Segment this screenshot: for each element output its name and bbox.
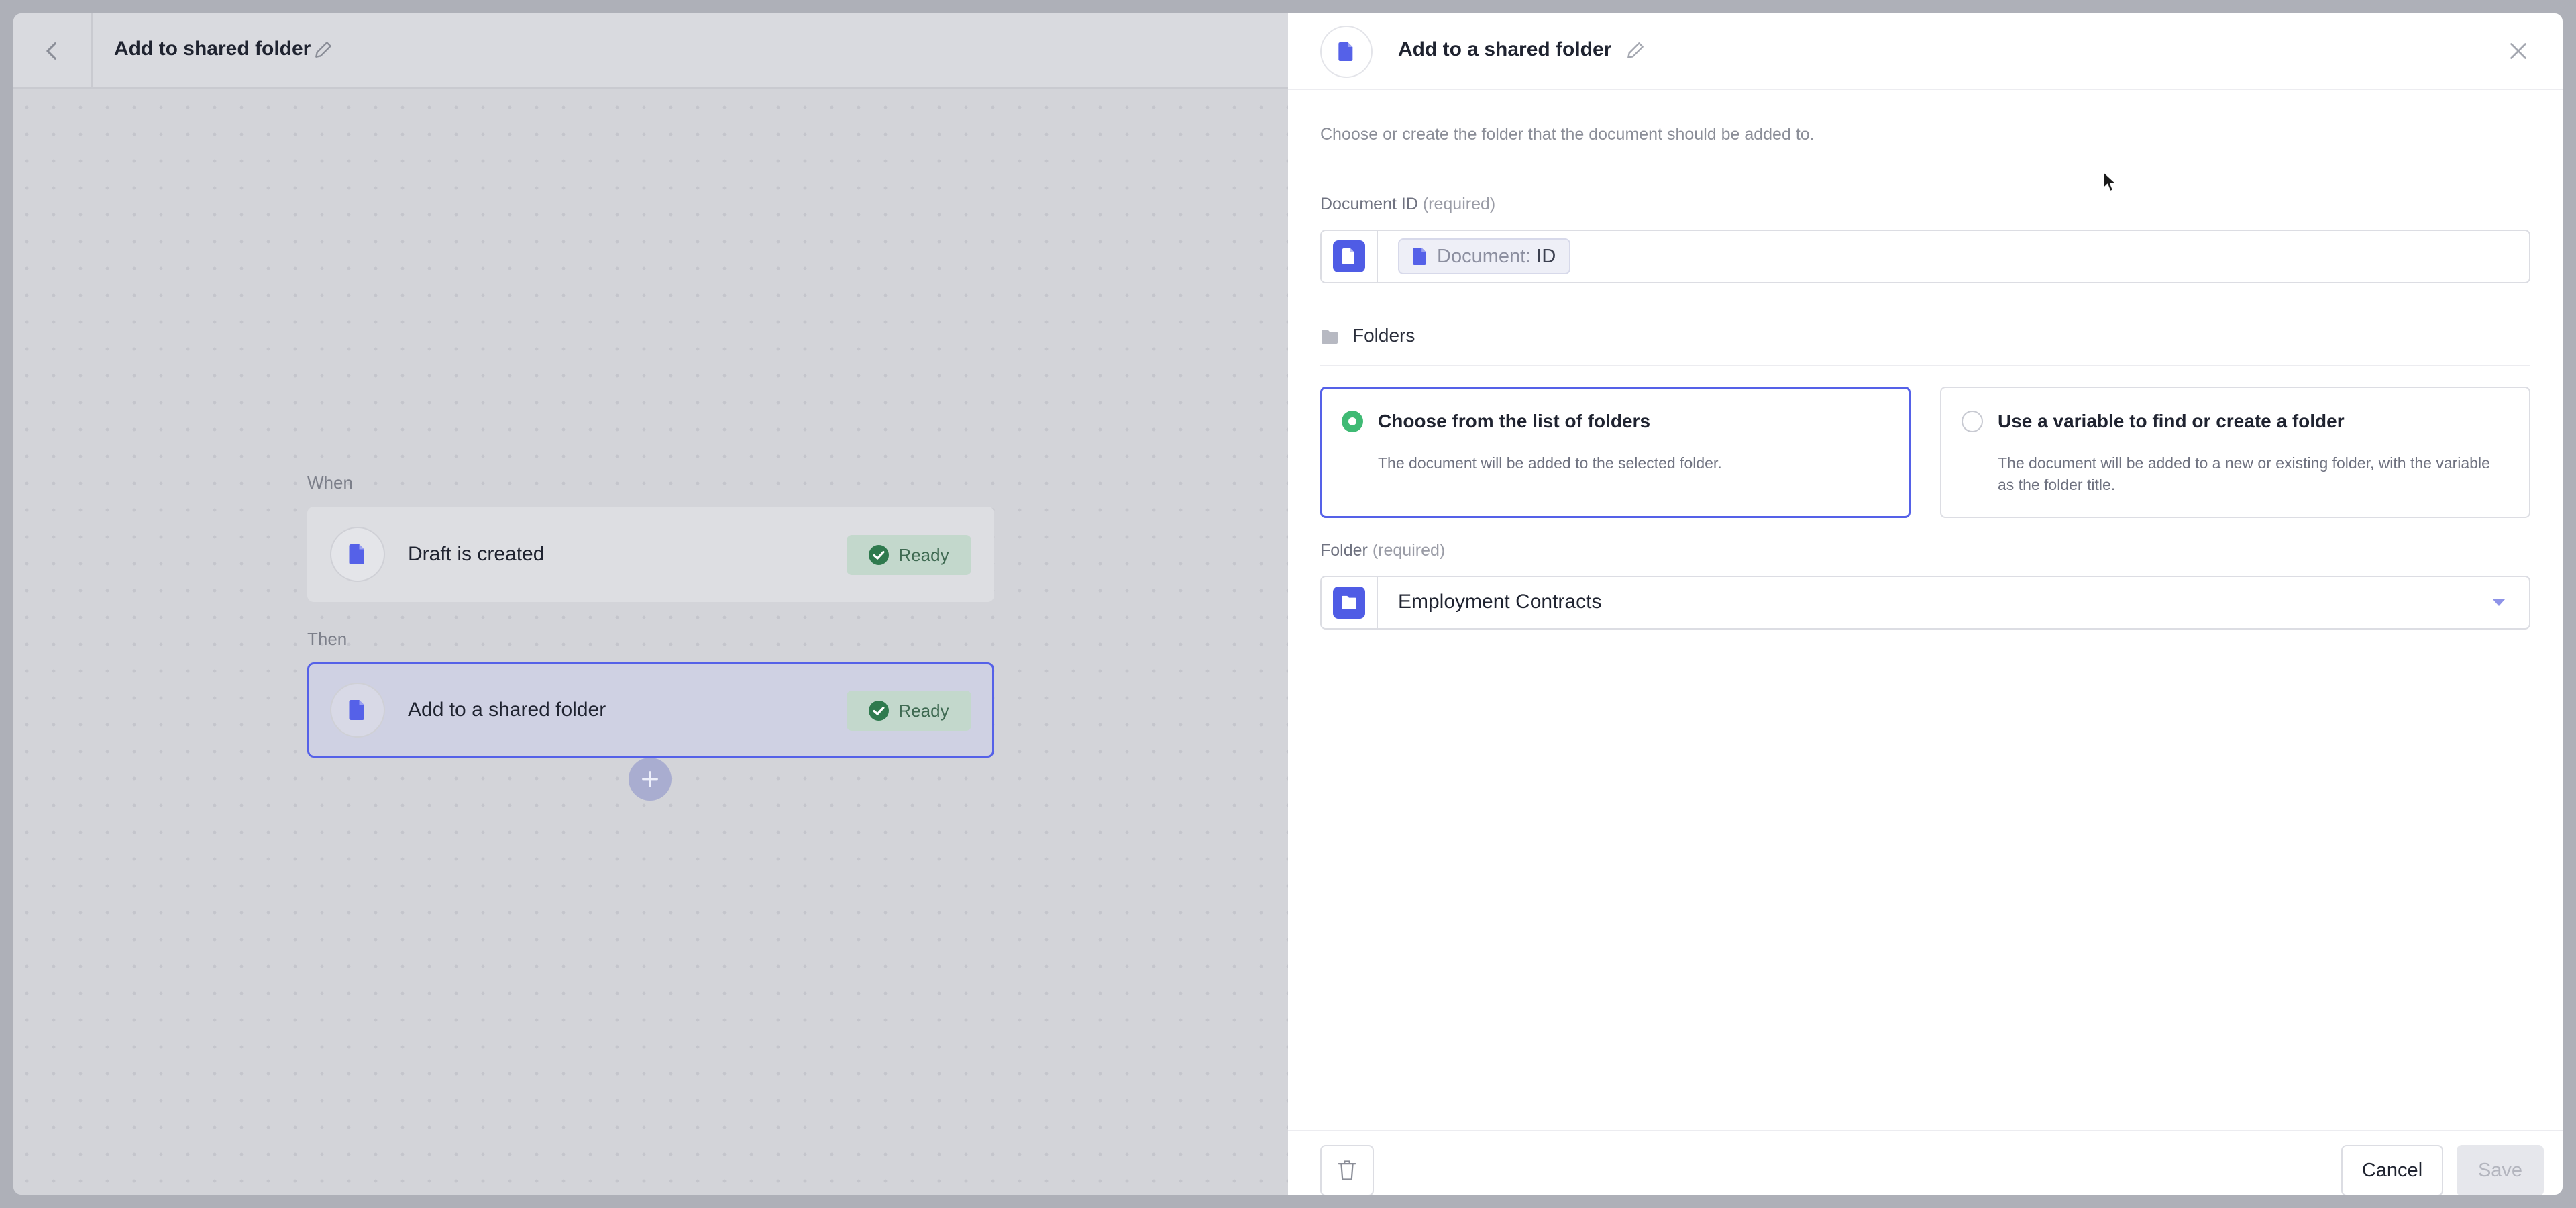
cancel-button[interactable]: Cancel [2341,1145,2443,1195]
input-prefix [1322,577,1378,628]
document-id-input[interactable]: Document: ID [1320,230,2530,283]
folder-icon [1322,330,1338,344]
save-button[interactable]: Save [2457,1145,2544,1195]
token-prefix: Document: [1437,246,1532,267]
pencil-icon[interactable] [1625,40,1646,61]
document-icon [1413,248,1426,265]
status-badge: Ready [847,691,971,731]
folder-label-text: Folder [1320,541,1368,560]
step-config-panel: Add to a shared folder Choose or create … [1288,13,2563,1195]
status-text: Ready [898,700,949,721]
step-icon-circle [330,683,385,738]
folders-heading-text: Folders [1352,325,1415,346]
app-window: Add to shared folder When Draft is creat… [13,13,2563,1195]
caret-down-icon[interactable] [2491,597,2506,608]
option-title: Choose from the list of folders [1378,411,1651,432]
input-prefix [1322,231,1378,282]
radio-selected[interactable] [1342,411,1363,432]
option-use-variable[interactable]: Use a variable to find or create a folde… [1940,387,2530,518]
trigger-step-label: Draft is created [408,543,545,565]
option-description: The document will be added to a new or e… [1998,454,2490,493]
panel-description: Choose or create the folder that the doc… [1320,125,1815,144]
trigger-step-card[interactable]: Draft is created Ready [307,507,994,602]
folder-icon [1342,595,1356,609]
then-label: Then [307,629,347,649]
document-id-label: Document ID (required) [1320,195,1495,214]
folders-section-heading: Folders [1320,323,2530,366]
panel-header-icon-circle [1320,26,1373,78]
document-id-label-text: Document ID [1320,195,1418,213]
panel-footer: Cancel Save [1288,1130,2563,1195]
mouse-cursor-icon [2102,171,2116,192]
document-id-token[interactable]: Document: ID [1398,238,1571,274]
chevron-left-icon [46,42,56,60]
document-icon [1338,42,1353,61]
panel-header: Add to a shared folder [1288,13,2563,90]
plus-icon [642,771,658,787]
check-circle-icon [869,545,890,565]
document-icon [349,544,364,564]
when-label: When [307,472,353,493]
check-circle-icon [869,701,890,721]
action-step-label: Add to a shared folder [408,699,606,721]
folder-label: Folder (required) [1320,541,1445,560]
status-badge: Ready [847,535,971,575]
step-icon-circle [330,527,385,582]
workflow-title: Add to shared folder [114,38,311,60]
workflow-canvas: Add to shared folder When Draft is creat… [13,13,1288,1195]
document-type-badge [1333,240,1365,272]
option-title: Use a variable to find or create a folde… [1998,411,2345,432]
required-indicator: (required) [1372,541,1446,560]
option-description: The document will be added to the select… [1378,454,1722,472]
option-choose-from-list[interactable]: Choose from the list of folders The docu… [1320,387,1911,518]
add-step-button[interactable] [629,758,672,801]
panel-title: Add to a shared folder [1398,38,1612,60]
pencil-icon[interactable] [313,39,334,60]
close-icon[interactable] [2506,39,2530,63]
radio-unselected[interactable] [1962,411,1983,432]
action-step-card[interactable]: Add to a shared folder Ready [307,662,994,758]
folder-select-value: Employment Contracts [1398,591,1602,613]
folder-select[interactable]: Employment Contracts [1320,576,2530,630]
status-text: Ready [898,544,949,565]
back-button[interactable] [13,13,93,89]
token-value: ID [1536,246,1556,267]
folder-type-badge [1333,587,1365,619]
workflow-header: Add to shared folder [13,13,1288,89]
document-icon [1342,248,1354,264]
delete-step-button[interactable] [1320,1145,1374,1195]
trash-icon [1338,1160,1356,1180]
required-indicator: (required) [1422,195,1496,213]
document-icon [349,700,364,720]
